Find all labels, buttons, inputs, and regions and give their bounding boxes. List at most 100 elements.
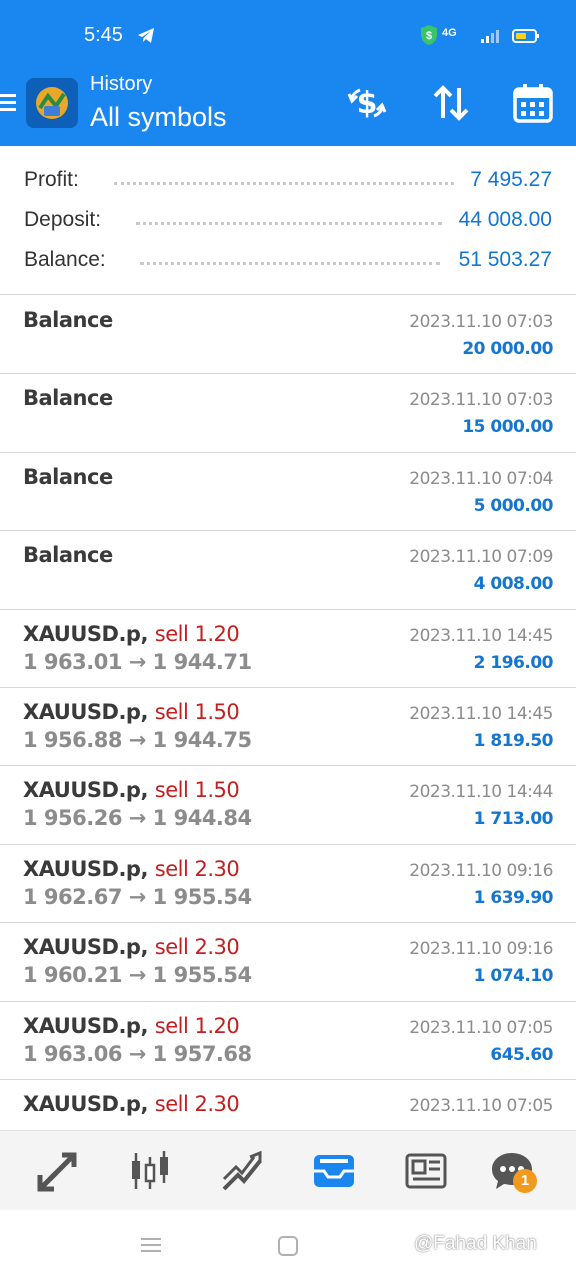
shield-dollar-icon: $ — [421, 25, 437, 45]
item-amount: 5 000.00 — [473, 495, 554, 516]
item-date: 2023.11.10 14:45 — [409, 625, 553, 646]
trade-icon[interactable] — [220, 1149, 264, 1193]
item-prices: 1 963.01 → 1 944.71 — [23, 649, 252, 674]
item-sell: sell 1.20 — [154, 621, 240, 646]
item-title: Balance — [23, 464, 113, 489]
deposit-label: Deposit: — [24, 208, 102, 231]
item-amount: 1 074.10 — [473, 966, 554, 987]
list-item[interactable]: Balance 2023.11.10 07:09 4 008.00 — [0, 531, 576, 610]
item-sell: sell 1.50 — [154, 778, 240, 803]
item-symbol: XAUUSD.p, — [23, 778, 148, 803]
list-item[interactable]: XAUUSD.p, sell 1.50 1 956.88 → 1 944.75 … — [0, 688, 576, 767]
item-date: 2023.11.10 07:09 — [409, 547, 553, 568]
item-title: XAUUSD.p, sell 1.20 — [23, 621, 240, 646]
dotted-leader — [136, 222, 442, 225]
list-item[interactable]: XAUUSD.p, sell 2.30 1 962.67 → 1 955.54 … — [0, 845, 576, 924]
list-item[interactable]: XAUUSD.p, sell 1.20 1 963.01 → 1 944.71 … — [0, 610, 576, 688]
svg-text:$: $ — [426, 30, 432, 42]
status-bar: 5:45 $ 4G — [0, 0, 576, 72]
item-title: Balance — [23, 308, 113, 332]
item-title: Balance — [23, 386, 113, 411]
list-item[interactable]: Balance 2023.11.10 07:04 5 000.00 — [0, 453, 576, 532]
history-icon[interactable] — [312, 1149, 356, 1193]
item-date: 2023.11.10 07:05 — [409, 1095, 553, 1116]
telegram-icon — [138, 28, 154, 43]
home-icon[interactable] — [278, 1236, 298, 1256]
sort-icon[interactable] — [430, 82, 472, 124]
balance-value: 51 503.27 — [458, 248, 552, 271]
item-title: XAUUSD.p, sell 1.50 — [23, 699, 240, 724]
list-item[interactable]: XAUUSD.p, sell 1.20 1 963.06 → 1 957.68 … — [0, 1002, 576, 1080]
profit-value: 7 495.27 — [470, 168, 552, 191]
balance-label: Balance: — [24, 248, 106, 271]
watermark: @Fahad Khan — [414, 1233, 537, 1254]
item-symbol: XAUUSD.p, — [23, 1013, 148, 1038]
item-prices: 1 962.67 → 1 955.54 — [23, 884, 252, 909]
network-type: 4G — [442, 27, 457, 39]
item-title: XAUUSD.p, sell 2.30 — [23, 935, 240, 960]
item-sell: sell 1.20 — [154, 1013, 240, 1038]
item-title: XAUUSD.p, sell 2.30 — [23, 1091, 240, 1116]
item-prices: 1 956.26 → 1 944.84 — [23, 806, 252, 831]
item-date: 2023.11.10 07:03 — [409, 390, 553, 411]
item-amount: 645.60 — [490, 1044, 553, 1065]
calendar-icon[interactable] — [512, 82, 554, 124]
currency-exchange-icon[interactable]: $ — [346, 82, 388, 124]
list-item[interactable]: Balance 2023.11.10 07:03 15 000.00 — [0, 374, 576, 453]
item-date: 2023.11.10 14:45 — [409, 703, 553, 724]
list-item[interactable]: XAUUSD.p, sell 2.30 1 960.21 → 1 955.54 … — [0, 923, 576, 1002]
item-amount: 1 713.00 — [473, 809, 554, 830]
item-date: 2023.11.10 07:03 — [409, 312, 553, 332]
item-title: Balance — [23, 543, 113, 568]
item-date: 2023.11.10 14:44 — [409, 782, 553, 803]
item-amount: 4 008.00 — [473, 574, 554, 595]
list-item[interactable]: XAUUSD.p, sell 1.50 1 956.26 → 1 944.84 … — [0, 766, 576, 845]
deposit-value: 44 008.00 — [458, 208, 552, 231]
item-date: 2023.11.10 07:05 — [409, 1017, 553, 1038]
item-amount: 2 196.00 — [473, 652, 554, 673]
status-time: 5:45 — [84, 24, 123, 46]
item-symbol: XAUUSD.p, — [23, 856, 148, 881]
quotes-icon[interactable] — [36, 1149, 80, 1193]
item-date: 2023.11.10 09:16 — [409, 860, 553, 881]
recent-apps-icon[interactable] — [140, 1236, 162, 1254]
summary-profit-row: Profit: 7 495.27 — [0, 160, 576, 200]
history-list[interactable]: Balance 2023.11.10 07:03 20 000.00 Balan… — [0, 296, 576, 1158]
header-subtitle: History — [90, 73, 153, 95]
item-title: XAUUSD.p, sell 1.50 — [23, 778, 240, 803]
item-amount: 1 819.50 — [473, 730, 554, 751]
item-sell: sell 1.50 — [154, 699, 240, 724]
item-sell: sell 2.30 — [154, 1091, 240, 1116]
item-title: XAUUSD.p, sell 1.20 — [23, 1013, 240, 1038]
header-title[interactable]: All symbols — [90, 102, 227, 133]
item-symbol: XAUUSD.p, — [23, 935, 148, 960]
item-date: 2023.11.10 09:16 — [409, 939, 553, 960]
item-symbol: XAUUSD.p, — [23, 1091, 148, 1116]
summary-balance-row: Balance: 51 503.27 — [0, 240, 576, 280]
list-item[interactable]: Balance 2023.11.10 07:03 20 000.00 — [0, 296, 576, 375]
item-amount: 15 000.00 — [462, 417, 553, 438]
app-logo-icon — [26, 78, 78, 128]
item-date: 2023.11.10 07:04 — [409, 468, 553, 489]
item-prices: 1 960.21 → 1 955.54 — [23, 963, 252, 988]
item-amount: 1 639.90 — [473, 887, 554, 908]
summary-deposit-row: Deposit: 44 008.00 — [0, 200, 576, 240]
news-icon[interactable] — [404, 1149, 448, 1193]
menu-icon[interactable] — [0, 92, 16, 114]
app-header: 5:45 $ 4G History All symbols $ — [0, 0, 576, 146]
signal-icon — [481, 30, 499, 43]
item-sell: sell 2.30 — [154, 935, 240, 960]
battery-icon — [512, 29, 539, 43]
summary-panel: Profit: 7 495.27 Deposit: 44 008.00 Bala… — [0, 160, 576, 280]
divider — [0, 294, 576, 295]
item-prices: 1 963.06 → 1 957.68 — [23, 1041, 252, 1066]
chat-badge: 1 — [513, 1169, 537, 1193]
dotted-leader — [114, 182, 454, 185]
item-title: XAUUSD.p, sell 2.30 — [23, 856, 240, 881]
item-amount: 20 000.00 — [462, 339, 553, 359]
item-symbol: XAUUSD.p, — [23, 621, 148, 646]
item-sell: sell 2.30 — [154, 856, 240, 881]
bottom-nav — [0, 1130, 576, 1210]
item-prices: 1 956.88 → 1 944.75 — [23, 727, 252, 752]
chart-icon[interactable] — [128, 1149, 172, 1193]
